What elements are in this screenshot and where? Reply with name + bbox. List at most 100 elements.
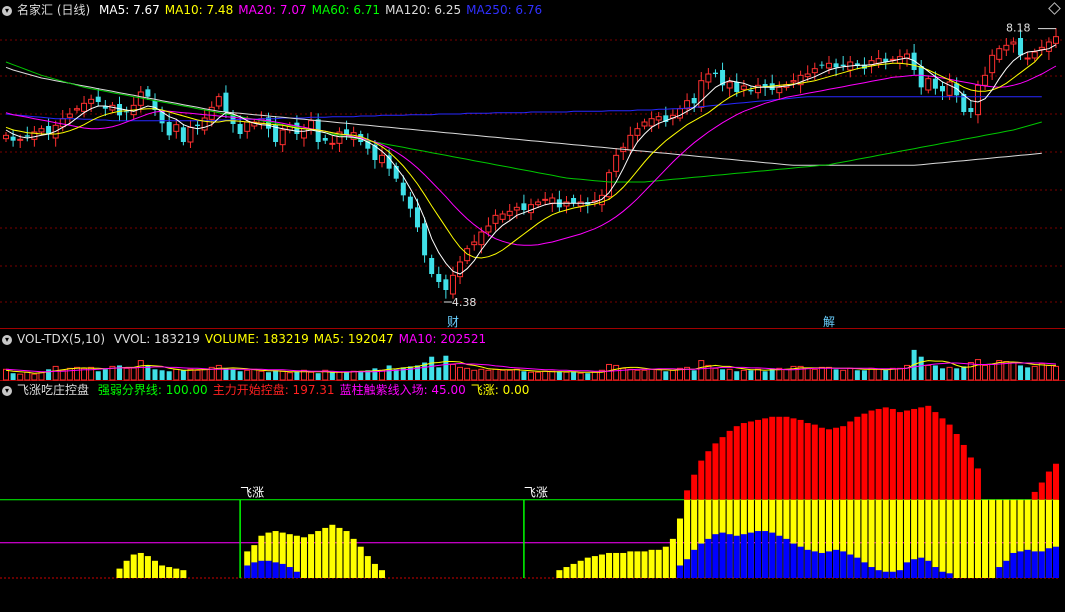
volume-bar (591, 371, 598, 381)
red-bar (960, 444, 967, 500)
yellow-bar (648, 549, 655, 578)
yellow-bar (655, 549, 662, 578)
candle-body (223, 92, 229, 112)
red-bar (762, 418, 769, 500)
high-price-label: 8.18 (1006, 22, 1031, 35)
red-bar (790, 418, 797, 500)
volume-bar (946, 366, 953, 381)
candle-body (449, 274, 456, 295)
candle-body (726, 81, 733, 89)
volume-bar (883, 369, 889, 380)
blue-bar (776, 535, 783, 578)
candle-body (825, 62, 832, 69)
blue-bar (868, 567, 875, 578)
stock-chart[interactable]: 8.18 4.38 财 解飞涨 飞涨 (0, 0, 1065, 612)
candle-body (180, 127, 186, 142)
yellow-bar (308, 534, 315, 578)
yellow-bar (641, 551, 648, 578)
candle-body (904, 53, 911, 59)
volume-bar (762, 371, 768, 380)
blue-bar (1053, 546, 1059, 578)
blue-bar (1038, 551, 1045, 578)
volume-bar (152, 369, 158, 380)
candle-body (748, 90, 754, 92)
volume-bar (506, 369, 513, 381)
volume-bar (66, 367, 73, 381)
red-bar (1053, 463, 1059, 500)
blue-bar (889, 571, 896, 578)
volume-bar (932, 365, 938, 380)
volume-bar (180, 370, 186, 380)
candle-body (1031, 51, 1038, 59)
red-bar (755, 419, 762, 500)
volume-bar (720, 369, 726, 380)
blue-bar (676, 565, 683, 578)
candle-body (187, 126, 194, 143)
red-bar (825, 429, 832, 500)
yellow-bar (960, 499, 967, 578)
yellow-bar (982, 499, 989, 578)
volume-bar (294, 371, 300, 380)
blue-bar (293, 571, 300, 578)
volume-bar (571, 371, 577, 380)
candle-body (641, 121, 648, 127)
candle-body (24, 135, 30, 137)
red-bar (712, 443, 719, 500)
candle-body (66, 113, 73, 118)
candle-body (676, 108, 683, 119)
red-bar (875, 408, 882, 500)
volume-bar (889, 367, 896, 381)
candle-body (379, 154, 386, 164)
volume-bar (918, 356, 924, 380)
red-bar (769, 416, 776, 500)
candle-body (648, 118, 655, 127)
volume-bar (585, 373, 591, 380)
volume-bar (372, 368, 378, 380)
blue-bar (939, 571, 946, 578)
volume-bar (329, 372, 335, 380)
blue-bar (1003, 560, 1010, 578)
candle-body (577, 201, 584, 207)
blue-bar (740, 534, 747, 578)
red-bar (932, 412, 939, 500)
candle-body (932, 78, 938, 89)
volume-bar (755, 368, 762, 381)
volume-bar (464, 367, 471, 381)
candle-body (414, 207, 420, 228)
candle-body (925, 78, 932, 91)
candle-body (400, 182, 406, 196)
blue-bar (925, 560, 932, 578)
candle-body (173, 124, 180, 132)
candle-body (329, 142, 336, 145)
yellow-bar (868, 499, 875, 578)
blue-bar (797, 546, 804, 578)
candle-body (1010, 41, 1017, 45)
volume-bar (215, 364, 222, 381)
volume-bar (875, 368, 882, 381)
volume-bar (783, 368, 790, 381)
volume-bar (187, 368, 194, 381)
volume-bar (279, 370, 286, 381)
volume-bar (982, 364, 989, 381)
volume-bar (698, 360, 705, 381)
candle-body (73, 108, 80, 111)
candle-body (3, 134, 9, 140)
volume-bar (1045, 364, 1052, 381)
candle-body (492, 214, 499, 224)
red-bar (854, 416, 861, 500)
candle-body (59, 118, 66, 128)
red-bar (946, 424, 953, 500)
blue-bar (762, 531, 769, 578)
low-price-label: 4.38 (452, 296, 477, 309)
candle-body (790, 80, 797, 83)
volume-bar (244, 369, 251, 381)
candle-body (634, 128, 641, 136)
yellow-bar (606, 552, 613, 578)
candle-body (407, 196, 413, 209)
red-bar (868, 410, 875, 500)
volume-bar (24, 371, 31, 381)
candle-body (571, 198, 577, 204)
candle-body (563, 201, 570, 207)
blue-bar (854, 557, 861, 578)
red-bar (783, 416, 790, 500)
